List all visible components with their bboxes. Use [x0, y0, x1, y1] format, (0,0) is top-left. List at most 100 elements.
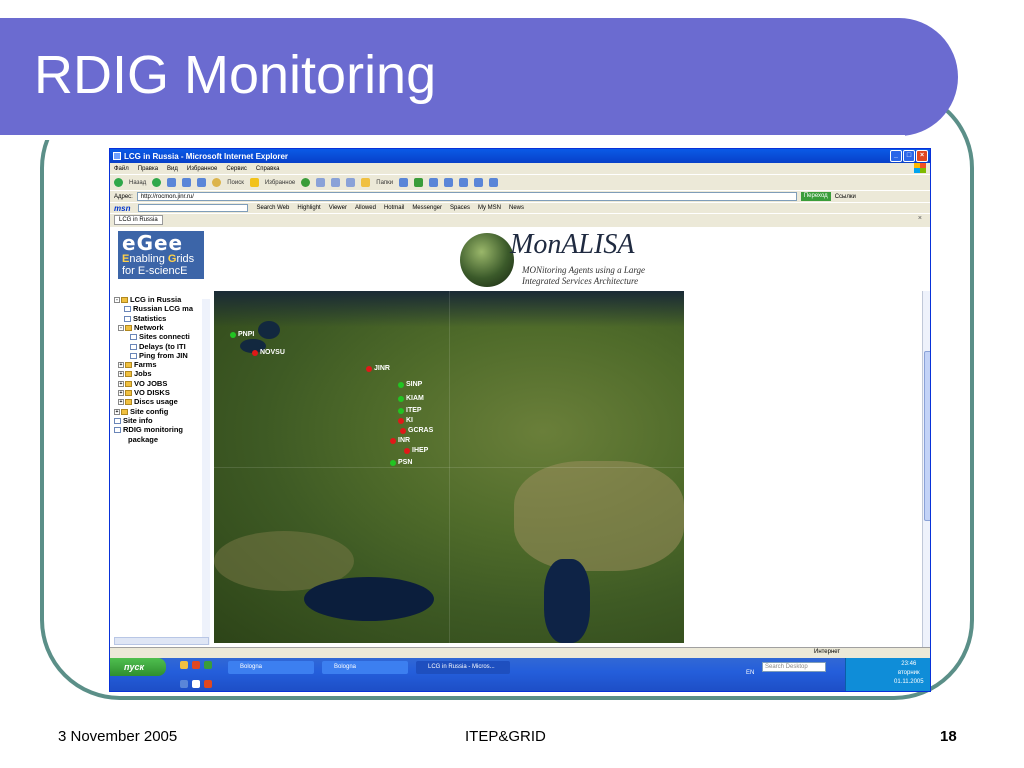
site-marker-ihep[interactable]: IHEP	[404, 447, 428, 454]
egee-logo[interactable]: eGee Enabling Grids for E-sciencE	[118, 231, 204, 279]
tree-item[interactable]: Russian LCG ma	[124, 304, 193, 313]
menu-favorites[interactable]: Избранное	[187, 166, 217, 172]
print-icon[interactable]	[346, 178, 356, 187]
desktop-search-input[interactable]: Search Desktop	[762, 662, 826, 672]
page-scrollbar[interactable]	[922, 291, 930, 647]
site-marker-inr[interactable]: INR	[390, 437, 410, 444]
forward-icon[interactable]	[152, 178, 162, 187]
msn-hotmail[interactable]: Hotmail	[384, 205, 404, 211]
history-icon[interactable]	[316, 178, 326, 187]
quicklaunch-icon-5[interactable]	[204, 680, 212, 688]
tree-item[interactable]: Ping from JIN	[130, 351, 188, 360]
favorites-button[interactable]: Избранное	[265, 180, 295, 186]
tree-item[interactable]: + VO JOBS	[118, 379, 167, 388]
menu-edit[interactable]: Правка	[138, 166, 158, 172]
msn-my-msn[interactable]: My MSN	[478, 205, 501, 211]
site-marker-ki[interactable]: KI	[398, 417, 413, 424]
copy-icon[interactable]	[444, 178, 454, 187]
messenger-icon[interactable]	[414, 178, 424, 187]
word-icon[interactable]	[474, 178, 484, 187]
expand-icon[interactable]: +	[114, 408, 120, 415]
show-desktop-icon[interactable]	[180, 661, 188, 669]
excel-icon[interactable]	[489, 178, 499, 187]
russia-site-map[interactable]: PNPI NOVSU JINR SINP KIAM ITEP KI GCRAS INR IHEP P…	[214, 291, 684, 643]
site-marker-kiam[interactable]: KIAM	[398, 395, 424, 402]
site-marker-itep[interactable]: ITEP	[398, 407, 422, 414]
edit-icon[interactable]	[399, 178, 409, 187]
tab-lcg-in-russia[interactable]: LCG in Russia	[114, 214, 163, 225]
back-button[interactable]: Назад	[129, 180, 146, 186]
site-marker-novsu[interactable]: NOVSU	[252, 349, 285, 356]
msn-messenger[interactable]: Messenger	[412, 205, 442, 211]
favorites-star-icon[interactable]	[249, 178, 259, 187]
site-marker-psn[interactable]: PSN	[390, 459, 412, 466]
home-icon[interactable]	[197, 178, 207, 187]
expand-icon[interactable]: +	[118, 390, 124, 397]
address-input[interactable]: http://rocmon.jinr.ru/	[136, 192, 797, 201]
search-icon[interactable]	[212, 178, 222, 187]
refresh-icon[interactable]	[182, 178, 192, 187]
expand-icon[interactable]: +	[118, 380, 124, 387]
tray-clock[interactable]: 23:46 вторник 01.11.2005	[894, 660, 924, 687]
msn-news[interactable]: News	[509, 205, 524, 211]
msn-viewer[interactable]: Viewer	[329, 205, 347, 211]
monalisa-logo[interactable]: MonALISA MONitoring Agents using a Large…	[460, 229, 690, 291]
expand-icon[interactable]: +	[118, 362, 124, 369]
tree-item[interactable]: - LCG in Russia	[114, 295, 181, 304]
tree-item[interactable]: Delays (to ITI	[130, 342, 186, 351]
taskbar-item-bologna-2[interactable]: Bologna	[322, 661, 408, 674]
taskbar-item-ie[interactable]: LCG in Russia - Micros...	[416, 661, 510, 674]
tree-item[interactable]: - Network	[118, 323, 164, 332]
mail-icon[interactable]	[331, 178, 341, 187]
expand-icon[interactable]: +	[118, 399, 124, 406]
tree-item[interactable]: Statistics	[124, 314, 166, 323]
tree-item[interactable]: Site info	[114, 416, 153, 425]
tree-item[interactable]: Sites connecti	[130, 332, 190, 341]
links-label[interactable]: Ссылки	[835, 194, 856, 200]
tree-horizontal-scrollbar[interactable]	[114, 637, 209, 645]
msn-search-input[interactable]	[138, 204, 249, 212]
paste-icon[interactable]	[459, 178, 469, 187]
menu-file[interactable]: Файл	[114, 166, 129, 172]
msn-spaces[interactable]: Spaces	[450, 205, 470, 211]
close-button[interactable]: ×	[916, 150, 928, 162]
quicklaunch-icon-3[interactable]	[180, 680, 188, 688]
scrollbar-thumb[interactable]	[924, 351, 930, 521]
tree-item[interactable]: + Jobs	[118, 369, 152, 378]
language-indicator[interactable]: EN	[746, 670, 754, 676]
collapse-icon[interactable]: -	[118, 324, 124, 331]
tree-scrollbar[interactable]	[202, 299, 210, 645]
go-button[interactable]: Переход	[800, 192, 831, 201]
back-icon[interactable]	[114, 178, 123, 187]
msn-logo[interactable]: msn	[114, 204, 130, 213]
quicklaunch-icon-4[interactable]	[192, 680, 200, 688]
quicklaunch-icon-2[interactable]	[204, 661, 212, 669]
quicklaunch-icon[interactable]	[192, 661, 200, 669]
menu-view[interactable]: Вид	[167, 166, 178, 172]
tree-item[interactable]: + VO DISKS	[118, 388, 170, 397]
tree-item[interactable]: + Site config	[114, 407, 168, 416]
site-marker-jinr[interactable]: JINR	[366, 365, 390, 372]
msn-allowed[interactable]: Allowed	[355, 205, 376, 211]
site-marker-pnpi[interactable]: PNPI	[230, 331, 254, 338]
folders-button[interactable]: Папки	[376, 180, 393, 186]
cut-icon[interactable]	[429, 178, 439, 187]
tree-item[interactable]: + Discs usage	[118, 397, 178, 406]
search-button[interactable]: Поиск	[227, 180, 244, 186]
close-tab-icon[interactable]: ×	[918, 215, 922, 222]
collapse-icon[interactable]: -	[114, 297, 120, 304]
stop-icon[interactable]	[167, 178, 177, 187]
menu-help[interactable]: Справка	[256, 166, 280, 172]
tree-item[interactable]: + Farms	[118, 360, 157, 369]
tree-item[interactable]: RDIG monitoring	[114, 425, 183, 434]
msn-search-web[interactable]: Search Web	[256, 205, 289, 211]
folder-icon[interactable]	[361, 178, 371, 187]
menu-tools[interactable]: Сервис	[226, 166, 247, 172]
site-marker-sinp[interactable]: SINP	[398, 381, 422, 388]
minimize-button[interactable]: _	[890, 150, 902, 162]
maximize-button[interactable]: □	[903, 150, 915, 162]
media-icon[interactable]	[301, 178, 311, 187]
expand-icon[interactable]: +	[118, 371, 124, 378]
site-marker-gcras[interactable]: GCRAS	[400, 427, 433, 434]
msn-highlight[interactable]: Highlight	[297, 205, 320, 211]
